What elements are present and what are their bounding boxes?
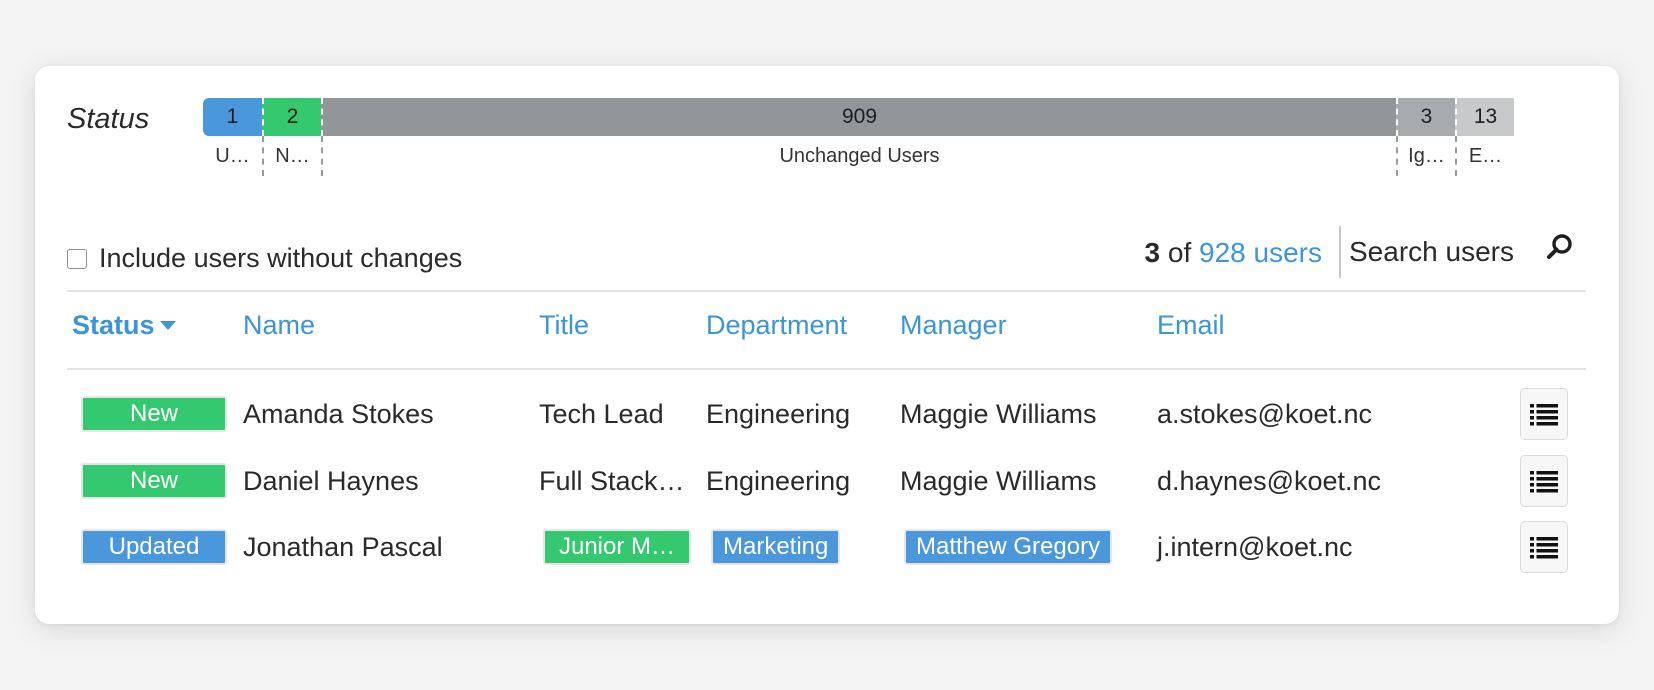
column-header-manager[interactable]: Manager: [900, 310, 1007, 341]
row-details-button[interactable]: [1520, 388, 1568, 440]
status-segment-label: U…: [215, 144, 250, 167]
manager-cell: Maggie Williams: [900, 465, 1097, 496]
status-segment-count: 3: [1420, 105, 1433, 128]
changed-value-badge: Junior M…: [543, 529, 691, 565]
email-cell: d.haynes@koet.nc: [1157, 465, 1382, 496]
email-cell: j.intern@koet.nc: [1157, 531, 1353, 562]
manager-cell: Maggie Williams: [900, 398, 1097, 429]
column-header-name[interactable]: Name: [243, 310, 315, 341]
status-segment-updated[interactable]: 1: [203, 98, 262, 136]
manager-cell: Matthew Gregory: [904, 519, 1113, 575]
status-segment-ignored[interactable]: 3: [1396, 98, 1455, 136]
status-segment-label: Ig…: [1396, 136, 1455, 176]
user-count: 3 of 928 users: [1145, 237, 1322, 269]
table-row[interactable]: New Daniel Haynes Full Stack… Engineerin…: [35, 453, 1619, 509]
column-header-status[interactable]: Status: [72, 310, 176, 341]
email-cell: a.stokes@koet.nc: [1157, 398, 1373, 429]
table-row[interactable]: Updated Jonathan Pascal Junior M… Market…: [35, 519, 1619, 575]
user-sync-card: Status 1 2 909 3 13 U… N… Unchanged User…: [35, 66, 1619, 624]
status-label: Status: [67, 103, 150, 135]
status-badge: New: [81, 463, 227, 499]
department-cell: Marketing: [711, 519, 841, 575]
title-cell: Full Stack…: [539, 465, 685, 496]
list-icon: [1530, 404, 1558, 426]
status-segment-count: 2: [286, 105, 299, 128]
department-cell: Engineering: [706, 465, 851, 496]
list-icon: [1530, 537, 1558, 559]
name-cell: Daniel Haynes: [243, 465, 419, 496]
status-bar: 1 2 909 3 13: [203, 98, 1586, 136]
list-icon: [1530, 471, 1558, 493]
status-cell: Updated: [81, 519, 227, 575]
user-count-total[interactable]: 928 users: [1199, 237, 1322, 268]
user-count-of: of: [1167, 237, 1192, 268]
status-segment-count: 1: [226, 105, 239, 128]
status-segment-new[interactable]: 2: [262, 98, 321, 136]
column-header-title[interactable]: Title: [539, 310, 589, 341]
user-count-shown: 3: [1144, 237, 1161, 268]
include-unchanged-checkbox[interactable]: [67, 248, 87, 269]
include-unchanged-label: Include users without changes: [99, 243, 463, 273]
status-bar-labels: U… N… Unchanged Users Ig… E…: [203, 136, 1586, 176]
changed-value-badge: Marketing: [711, 529, 841, 565]
status-badge: Updated: [81, 529, 227, 565]
include-unchanged-toggle[interactable]: Include users without changes: [67, 243, 462, 274]
title-cell: Tech Lead: [539, 398, 664, 429]
table-top-divider: [67, 290, 1586, 292]
search-icon[interactable]: [1545, 232, 1575, 262]
status-cell: New: [81, 386, 227, 442]
search-divider: [1339, 226, 1341, 278]
status-segment-count: 909: [841, 105, 878, 128]
name-cell: Jonathan Pascal: [243, 531, 443, 562]
status-segment-errors[interactable]: 13: [1455, 98, 1514, 136]
status-segment-label: Unchanged Users: [321, 136, 1396, 176]
table-row[interactable]: New Amanda Stokes Tech Lead Engineering …: [35, 386, 1619, 442]
department-cell: Engineering: [706, 398, 851, 429]
column-header-email[interactable]: Email: [1157, 310, 1225, 341]
sort-descending-icon: [159, 321, 176, 330]
status-badge: New: [81, 396, 227, 432]
title-cell: Junior M…: [543, 519, 691, 575]
status-segment-label: E…: [1455, 136, 1514, 176]
status-cell: New: [81, 453, 227, 509]
column-header-label: Status: [72, 310, 155, 340]
column-header-department[interactable]: Department: [706, 310, 847, 341]
name-cell: Amanda Stokes: [243, 398, 434, 429]
changed-value-badge: Matthew Gregory: [904, 529, 1113, 565]
row-details-button[interactable]: [1520, 455, 1568, 507]
status-segment-label: N…: [262, 136, 321, 176]
table-header-divider: [67, 368, 1586, 370]
status-segment-unchanged[interactable]: 909: [321, 98, 1396, 136]
status-segment-count: 13: [1473, 105, 1498, 128]
row-details-button[interactable]: [1520, 521, 1568, 573]
